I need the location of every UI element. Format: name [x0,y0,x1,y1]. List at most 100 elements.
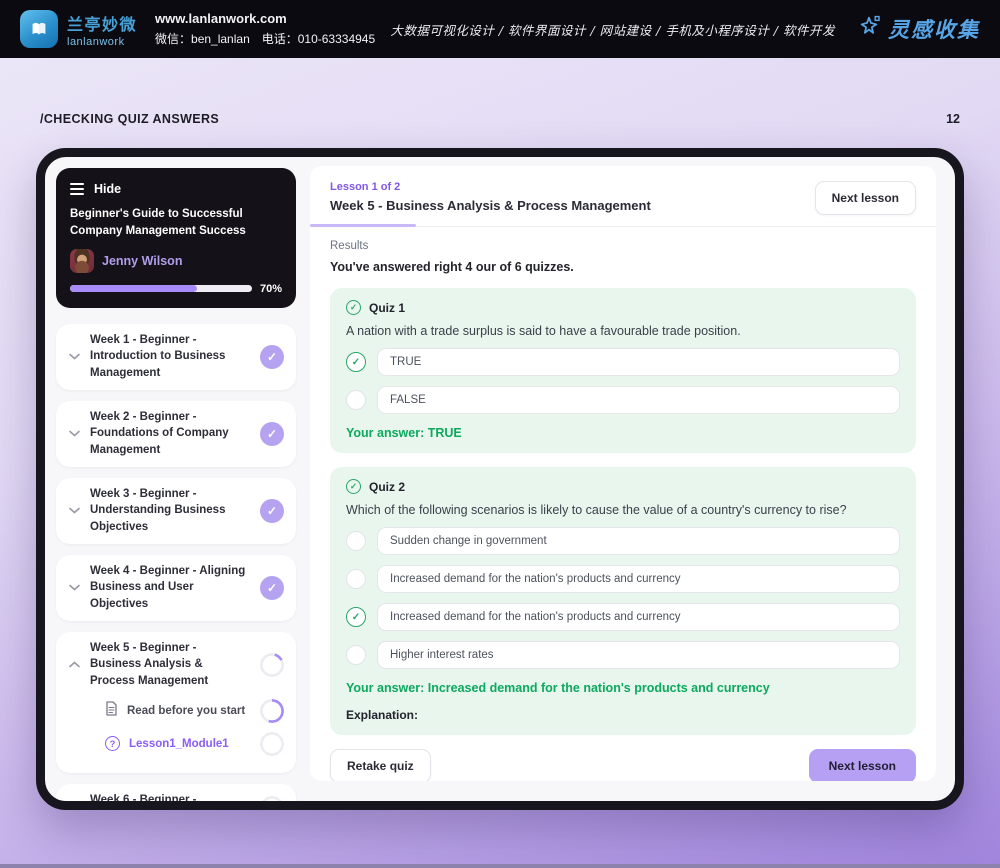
option-label: FALSE [377,386,900,414]
active-tab-indicator [310,224,416,227]
page-title: /CHECKING QUIZ ANSWERS [40,112,220,126]
quiz-1-header: ✓ Quiz 1 [346,300,900,315]
lesson-panel: Lesson 1 of 2 Week 5 - Business Analysis… [310,166,936,781]
option-label: Sudden change in government [377,527,900,555]
sparkle-star-icon [857,14,882,44]
sidebar-item-week2[interactable]: Week 2 - Beginner - Foundations of Compa… [56,400,296,467]
retake-quiz-button[interactable]: Retake quiz [330,749,431,781]
sidebar-subitem-lesson1-module1[interactable]: ? Lesson1_Module1 [105,731,284,756]
progress-ring-icon [260,652,284,677]
lanlanwork-logo-icon [20,10,58,48]
radio-selected-icon: ✓ [346,607,366,627]
contact-block: www.lanlanwork.com 微信：ben_lanlan 电话：010-… [155,11,375,47]
services-list: 大数据可视化设计 / 软件界面设计 / 网站建设 / 手机及小程序设计 / 软件… [390,22,835,38]
chevron-down-icon [69,805,80,810]
quiz-correct-icon: ✓ [346,479,361,494]
brand: 兰亭妙微 lanlanwork [20,10,137,48]
radio-selected-icon: ✓ [346,352,366,372]
hide-label: Hide [94,182,122,196]
brand-name-cn: 兰亭妙微 [67,16,138,34]
collection-logo: 灵感收集 [857,14,980,44]
lesson-count-label: Lesson 1 of 2 [330,181,401,193]
radio-unselected-icon [346,569,366,589]
progress-bar [70,285,252,292]
quiz-2-option-1[interactable]: Sudden change in government [346,527,900,555]
brand-text: 兰亭妙微 lanlanwork [67,11,137,48]
quiz-card-1: ✓ Quiz 1 A nation with a trade surplus i… [330,288,916,453]
chevron-down-icon [69,430,80,437]
chevron-down-icon [69,507,80,514]
your-answer-text: Your answer: TRUE [346,426,462,440]
quiz-correct-icon: ✓ [346,300,361,315]
quiz-card-2: ✓ Quiz 2 Which of the following scenario… [330,467,916,735]
caption-row: /CHECKING QUIZ ANSWERS 12 [40,112,960,126]
week-list: Week 1 - Beginner - Introduction to Busi… [56,323,296,810]
sidebar-item-week1[interactable]: Week 1 - Beginner - Introduction to Busi… [56,323,296,390]
chevron-down-icon [69,353,80,360]
course-header-card: Hide Beginner's Guide to Successful Comp… [56,168,296,308]
next-lesson-bottom-button[interactable]: Next lesson [808,749,916,781]
device-frame: Hide Beginner's Guide to Successful Comp… [36,148,964,810]
website-url: www.lanlanwork.com [155,11,287,26]
progress-ring-icon [260,796,284,801]
week-label: Week 3 - Beginner - Understanding Busine… [90,487,226,533]
sidebar-item-week4[interactable]: Week 4 - Beginner - Aligning Business an… [56,554,296,621]
week-label: Week 4 - Beginner - Aligning Business an… [90,564,246,610]
week-label: Week 5 - Beginner - Business Analysis & … [90,641,209,687]
progress-ring-icon [260,698,284,723]
results-label: Results [330,240,369,252]
option-label: Higher interest rates [377,641,900,669]
quiz-2-option-4[interactable]: Higher interest rates [346,641,900,669]
avatar [70,248,94,273]
sidebar-subitem-read-before[interactable]: Read before you start [105,698,284,723]
sidebar-item-week3[interactable]: Week 3 - Beginner - Understanding Busine… [56,477,296,544]
hide-button[interactable]: Hide [70,180,282,198]
quiz-question: Which of the following scenarios is like… [346,503,847,517]
explanation-label: Explanation: [346,708,419,722]
lesson-heading: Lesson 1 of 2 Week 5 - Business Analysis… [330,181,651,213]
brand-name-en: lanlanwork [67,35,125,48]
completed-check-icon: ✓ [260,498,284,523]
option-label: Increased demand for the nation's produc… [377,565,900,593]
sidebar-item-week6[interactable]: Week 6 - Beginner - Strategies for Succe… [56,783,296,810]
quiz-1-option-1[interactable]: ✓ TRUE [346,348,900,376]
quiz-question-icon: ? [105,736,120,752]
week-label: Week 2 - Beginner - Foundations of Compa… [90,410,229,456]
quiz-title: Quiz 2 [369,479,406,494]
week-label: Week 6 - Beginner - Strategies for Succe… [90,793,197,806]
user-row: Jenny Wilson [70,248,282,273]
option-label: Increased demand for the nation's produc… [377,603,900,631]
sidebar-item-week5-expanded[interactable]: Week 5 - Beginner - Business Analysis & … [56,631,296,773]
course-sidebar: Hide Beginner's Guide to Successful Comp… [56,168,296,810]
menu-icon [70,180,84,198]
completed-check-icon: ✓ [260,344,284,369]
results-summary: You've answered right 4 our of 6 quizzes… [330,260,574,274]
quiz-2-option-3[interactable]: ✓ Increased demand for the nation's prod… [346,603,900,631]
radio-unselected-icon [346,390,366,410]
bottom-edge-strip [0,864,1000,868]
subitem-label: Read before you start [127,704,246,717]
course-progress: 70% [70,283,282,295]
quiz-2-option-2[interactable]: Increased demand for the nation's produc… [346,565,900,593]
tab-divider [310,224,936,227]
course-title: Beginner's Guide to Successful Company M… [70,208,246,238]
your-answer-text: Your answer: Increased demand for the na… [346,681,770,695]
agency-banner: 兰亭妙微 lanlanwork www.lanlanwork.com 微信：be… [0,0,1000,58]
completed-check-icon: ✓ [260,575,284,600]
page: 兰亭妙微 lanlanwork www.lanlanwork.com 微信：be… [0,0,1000,868]
quiz-1-option-2[interactable]: FALSE [346,386,900,414]
progress-percent: 70% [259,282,282,295]
week-label: Week 1 - Beginner - Introduction to Busi… [90,333,226,379]
quiz-question: A nation with a trade surplus is said to… [346,324,741,338]
progress-fill [70,285,198,292]
lesson-header: Lesson 1 of 2 Week 5 - Business Analysis… [310,166,936,215]
completed-check-icon: ✓ [260,421,284,446]
chevron-up-icon [69,661,80,668]
quiz-title: Quiz 1 [369,300,406,315]
chevron-down-icon [69,584,80,591]
quiz-footer: Retake quiz Next lesson [330,749,916,781]
next-lesson-top-button[interactable]: Next lesson [814,181,916,215]
document-icon [105,700,118,721]
radio-unselected-icon [346,531,366,551]
lesson-title: Week 5 - Business Analysis & Process Man… [330,198,651,213]
